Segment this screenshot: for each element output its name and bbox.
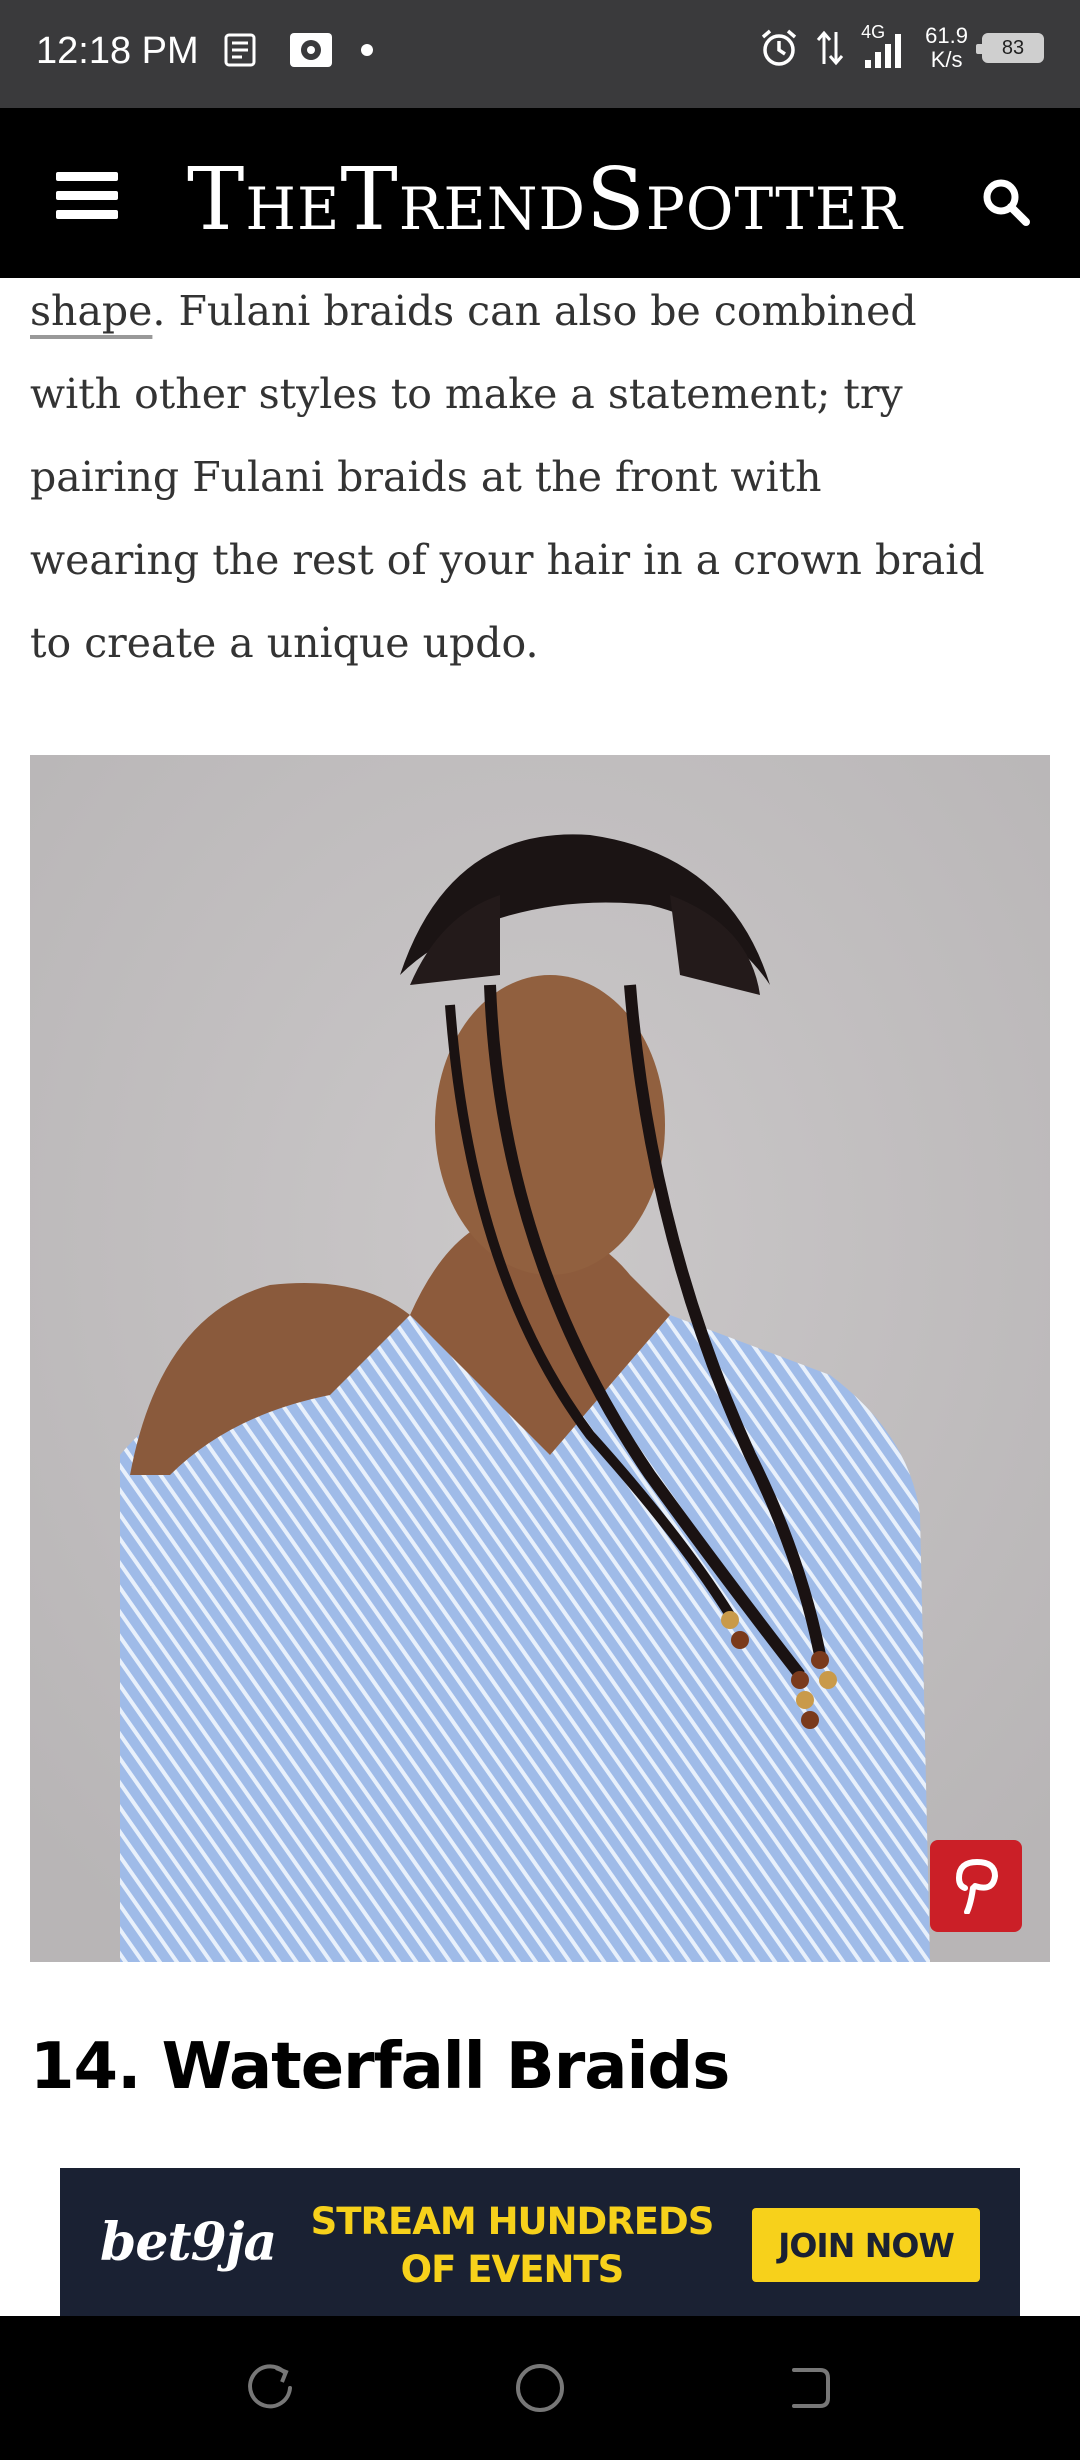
site-header: THETRENDSPOTTER [0,108,1080,278]
paragraph-line: wearing the rest of your hair in a crown… [30,536,985,584]
article-photo [30,755,1050,1962]
paragraph-line: with other styles to make a statement; t… [30,370,903,418]
paragraph-line: to create a unique updo. [30,619,539,667]
hamburger-menu-icon[interactable] [56,172,118,220]
site-logo[interactable]: THETRENDSPOTTER [180,150,910,250]
status-time: 12:18 PM [36,30,199,72]
ad-brand-logo: bet9ja [100,2212,277,2273]
notification-icons [222,30,374,70]
section-heading: 14. Waterfall Braids [30,2030,730,2104]
woman-with-fulani-braids-image [30,755,1050,1962]
battery-icon: 83 [976,33,1044,63]
app-notification-icon [290,33,332,67]
ad-join-now-button[interactable]: JOIN NOW [752,2208,980,2282]
alarm-icon [762,29,797,66]
search-icon[interactable] [980,176,1032,228]
signal-icon: 4G [859,22,911,70]
home-icon[interactable] [512,2360,568,2416]
pinterest-save-button[interactable] [930,1840,1022,1932]
status-right: 4G 61.9 K/s 83 [757,22,1044,72]
system-nav-bar [0,2316,1080,2460]
back-icon[interactable] [780,2360,836,2416]
news-notification-icon [224,33,256,67]
shape-link[interactable]: shape [30,287,152,335]
paragraph-line: pairing Fulani braids at the front with [30,453,822,501]
pinterest-icon [955,1858,999,1914]
data-transfer-icon [817,30,844,66]
network-speed: 61.9 K/s [925,23,968,72]
paragraph-line: shape. Fulani braids can also be combine… [30,287,917,335]
status-bar: 12:18 PM 4G 61.9 K/s 83 [0,0,1080,108]
article-paragraph: shape. Fulani braids can also be combine… [30,270,1060,685]
ad-headline: STREAM HUNDREDS OF EVENTS [310,2200,715,2291]
recent-apps-icon[interactable] [244,2360,300,2416]
ad-banner[interactable]: bet9ja STREAM HUNDREDS OF EVENTS JOIN NO… [60,2168,1020,2318]
dot-icon [361,44,373,56]
